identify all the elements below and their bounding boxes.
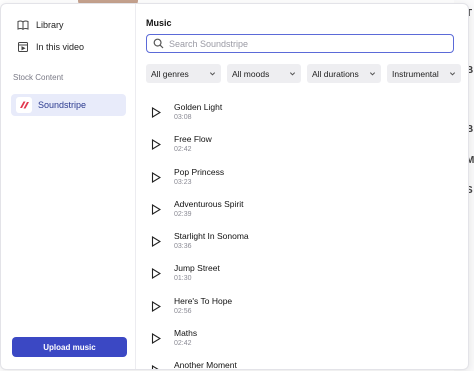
video-frame-icon xyxy=(18,42,28,52)
play-icon[interactable] xyxy=(151,171,161,183)
track-list: Golden Light 03:08 Free Flow 02:42 Pop P… xyxy=(136,96,468,370)
track-duration: 02:39 xyxy=(174,210,192,218)
track-title: Adventurous Spirit xyxy=(174,198,244,209)
music-main: Music All genres All moods All durations xyxy=(136,4,468,369)
track-row[interactable]: Golden Light 03:08 xyxy=(136,96,468,128)
track-duration: 01:30 xyxy=(174,275,192,283)
track-duration: 03:08 xyxy=(174,114,192,121)
music-picker-panel: Library In this video Stock Content Soun… xyxy=(0,3,469,370)
upload-music-button[interactable]: Upload music xyxy=(12,337,127,357)
track-row[interactable]: Adventurous Spirit 02:39 xyxy=(136,193,468,225)
section-label-stock-content: Stock Content xyxy=(13,73,64,82)
track-duration: 02:42 xyxy=(174,146,192,154)
search-icon xyxy=(153,38,164,49)
sidebar-item-in-this-video[interactable]: In this video xyxy=(1,36,135,58)
track-row[interactable]: Free Flow 02:42 xyxy=(136,128,468,160)
filter-label: All moods xyxy=(232,68,270,79)
chevron-down-icon xyxy=(369,72,376,76)
play-icon[interactable] xyxy=(151,300,161,312)
play-icon[interactable] xyxy=(151,139,161,151)
track-title: Starlight In Sonoma xyxy=(174,231,249,242)
filter-bar: All genres All moods All durations Instr… xyxy=(146,64,461,83)
track-duration: 03:36 xyxy=(174,243,192,251)
filter-moods-dropdown[interactable]: All moods xyxy=(227,64,301,83)
track-title: Maths xyxy=(174,328,198,339)
search-input[interactable] xyxy=(169,38,453,49)
sidebar-item-soundstripe[interactable]: Soundstripe xyxy=(11,94,126,116)
play-icon[interactable] xyxy=(151,236,161,248)
page-title: Music xyxy=(146,18,172,28)
sidebar-item-label: In this video xyxy=(36,42,85,52)
track-title: Free Flow xyxy=(174,134,212,145)
track-duration: 02:56 xyxy=(174,307,192,315)
track-row[interactable]: Here's To Hope 02:56 xyxy=(136,290,468,322)
track-duration: 02:42 xyxy=(174,340,192,348)
track-title: Pop Princess xyxy=(174,166,225,177)
chevron-down-icon xyxy=(209,72,216,76)
chevron-down-icon xyxy=(449,72,456,76)
filter-label: All durations xyxy=(312,68,359,79)
play-icon[interactable] xyxy=(151,333,161,345)
sidebar-item-label: Library xyxy=(36,20,64,30)
track-row[interactable]: Starlight In Sonoma 03:36 xyxy=(136,225,468,257)
provider-label: Soundstripe xyxy=(38,100,87,110)
chevron-down-icon xyxy=(289,72,296,76)
track-title: Jump Street xyxy=(174,263,220,274)
book-icon xyxy=(17,20,29,30)
track-title: Here's To Hope xyxy=(174,295,233,306)
filter-instrumental-dropdown[interactable]: Instrumental xyxy=(387,64,461,83)
play-icon[interactable] xyxy=(151,365,161,370)
filter-genres-dropdown[interactable]: All genres xyxy=(146,64,221,83)
track-row[interactable]: Jump Street 01:30 xyxy=(136,257,468,289)
track-duration: 03:23 xyxy=(174,178,192,186)
search-box[interactable] xyxy=(146,34,454,53)
track-title: Golden Light xyxy=(174,102,223,112)
track-row[interactable]: Maths 02:42 xyxy=(136,322,468,354)
track-row[interactable]: Another Moment xyxy=(136,354,468,370)
play-icon[interactable] xyxy=(151,268,161,280)
track-title: Another Moment xyxy=(174,360,237,370)
filter-label: All genres xyxy=(151,68,189,79)
track-row[interactable]: Pop Princess 03:23 xyxy=(136,161,468,193)
filter-label: Instrumental xyxy=(392,68,439,79)
sidebar: Library In this video Stock Content Soun… xyxy=(1,4,136,369)
soundstripe-logo-icon xyxy=(16,97,32,113)
play-icon[interactable] xyxy=(151,107,161,118)
play-icon[interactable] xyxy=(151,203,161,215)
sidebar-item-library[interactable]: Library xyxy=(1,14,135,36)
filter-durations-dropdown[interactable]: All durations xyxy=(307,64,381,83)
